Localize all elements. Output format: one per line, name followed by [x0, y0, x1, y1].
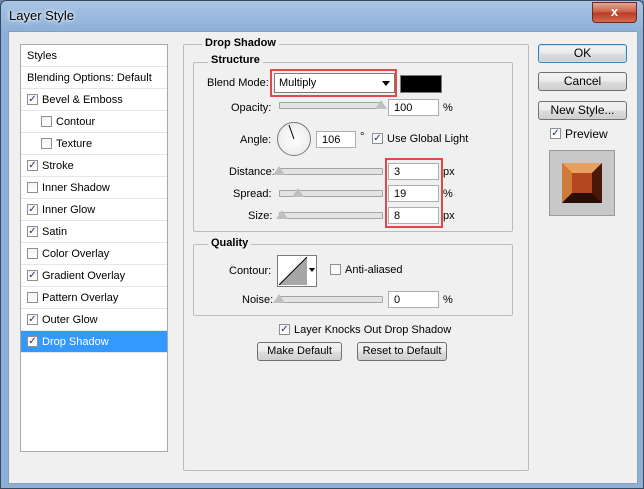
structure-title: Structure	[208, 54, 263, 66]
spread-unit: %	[443, 188, 453, 200]
style-list-item[interactable]: ✓ Stroke	[21, 155, 167, 177]
anti-aliased-checkbox[interactable]	[330, 264, 341, 275]
style-list-item[interactable]: ✓ Inner Glow	[21, 199, 167, 221]
spread-slider-thumb[interactable]	[292, 188, 305, 197]
contour-preview-icon	[279, 257, 307, 285]
style-list-label: Color Overlay	[42, 248, 110, 260]
contour-label: Contour:	[229, 265, 272, 277]
angle-unit: °	[360, 131, 365, 143]
style-list-item[interactable]: Styles	[21, 45, 167, 67]
style-checkbox[interactable]	[27, 292, 38, 303]
close-button[interactable]: x	[592, 2, 637, 23]
style-checkbox[interactable]: ✓	[27, 94, 38, 105]
structure-values-highlight	[385, 158, 443, 228]
chevron-down-icon	[309, 268, 315, 272]
spread-label: Spread:	[233, 188, 272, 200]
style-preview-thumbnail	[549, 150, 615, 216]
size-unit: px	[443, 210, 455, 222]
style-list-label: Drop Shadow	[42, 336, 109, 348]
reset-to-default-button[interactable]: Reset to Default	[357, 342, 447, 361]
style-list-item[interactable]: Blending Options: Default	[21, 67, 167, 89]
style-list-item[interactable]: ✓ Bevel & Emboss	[21, 89, 167, 111]
window-title: Layer Style	[9, 8, 75, 23]
style-list-item[interactable]: Color Overlay	[21, 243, 167, 265]
style-list-item[interactable]: Inner Shadow	[21, 177, 167, 199]
style-list-label: Texture	[56, 138, 93, 150]
style-list-item[interactable]: ✓ Outer Glow	[21, 309, 167, 331]
noise-input[interactable]: 0	[388, 291, 439, 308]
style-checkbox[interactable]	[41, 116, 52, 127]
style-checkbox[interactable]: ✓	[27, 226, 38, 237]
shadow-color-swatch[interactable]	[400, 75, 442, 93]
size-slider-thumb[interactable]	[276, 210, 289, 219]
style-list-label: Outer Glow	[42, 314, 98, 326]
style-list-item[interactable]: ✓ Drop Shadow	[21, 331, 167, 353]
cancel-button[interactable]: Cancel	[538, 72, 627, 91]
opacity-label: Opacity:	[231, 102, 272, 114]
style-checkbox[interactable]: ✓	[27, 314, 38, 325]
angle-input[interactable]: 106	[316, 131, 356, 148]
new-style-button[interactable]: New Style...	[538, 101, 627, 120]
style-checkbox[interactable]	[27, 248, 38, 259]
use-global-light-label: Use Global Light	[387, 133, 469, 145]
style-list-label: Styles	[27, 50, 57, 62]
knocks-out-checkbox[interactable]: ✓	[279, 324, 290, 335]
preview-checkbox[interactable]: ✓	[550, 128, 561, 139]
drop-shadow-title: Drop Shadow	[202, 37, 279, 49]
style-checkbox[interactable]: ✓	[27, 160, 38, 171]
style-list-label: Bevel & Emboss	[42, 94, 123, 106]
styles-list: Styles Blending Options: Default ✓ Bevel & …	[20, 44, 168, 452]
style-list-label: Contour	[56, 116, 96, 128]
preview-swatch-icon	[562, 163, 602, 203]
style-list-item[interactable]: Texture	[21, 133, 167, 155]
opacity-slider[interactable]	[279, 102, 383, 109]
distance-label: Distance:	[229, 166, 275, 178]
use-global-light-checkbox[interactable]: ✓	[372, 133, 383, 144]
noise-slider-thumb[interactable]	[273, 294, 285, 303]
style-checkbox[interactable]: ✓	[27, 336, 38, 347]
style-list-label: Gradient Overlay	[42, 270, 126, 282]
style-checkbox[interactable]: ✓	[27, 270, 38, 281]
style-list-label: Stroke	[42, 160, 74, 172]
style-list-item[interactable]: Contour	[21, 111, 167, 133]
distance-slider-thumb[interactable]	[273, 166, 285, 175]
ok-button[interactable]: OK	[538, 44, 627, 63]
style-list-label: Blending Options: Default	[27, 72, 152, 84]
style-list-item[interactable]: Pattern Overlay	[21, 287, 167, 309]
make-default-button[interactable]: Make Default	[257, 342, 342, 361]
distance-slider[interactable]	[279, 168, 383, 175]
style-list-label: Satin	[42, 226, 68, 238]
knocks-out-label: Layer Knocks Out Drop Shadow	[294, 324, 452, 336]
style-checkbox[interactable]	[27, 182, 38, 193]
style-list-item[interactable]: ✓ Satin	[21, 221, 167, 243]
layer-style-dialog: Layer Style x Styles Blending Options: De…	[0, 0, 644, 489]
anti-aliased-label: Anti-aliased	[345, 264, 403, 276]
angle-dial[interactable]	[277, 122, 311, 156]
opacity-slider-thumb[interactable]	[375, 100, 387, 109]
quality-title: Quality	[208, 237, 252, 249]
dialog-client-area: Styles Blending Options: Default ✓ Bevel & …	[8, 31, 638, 484]
style-list-label: Pattern Overlay	[42, 292, 119, 304]
size-slider[interactable]	[279, 212, 383, 219]
blend-mode-label: Blend Mode:	[207, 77, 269, 89]
distance-unit: px	[443, 166, 455, 178]
quality-group	[193, 244, 513, 316]
style-list-label: Inner Glow	[42, 204, 96, 216]
preview-label: Preview	[565, 127, 608, 141]
noise-unit: %	[443, 294, 453, 306]
noise-label: Noise:	[242, 294, 274, 306]
size-label: Size:	[248, 210, 273, 222]
blend-mode-highlight	[270, 69, 397, 97]
close-icon: x	[610, 4, 619, 19]
angle-label: Angle:	[240, 134, 272, 146]
opacity-input[interactable]: 100	[388, 99, 439, 116]
opacity-unit: %	[443, 102, 453, 114]
contour-picker[interactable]	[277, 255, 317, 287]
style-checkbox[interactable]	[41, 138, 52, 149]
style-list-item[interactable]: ✓ Gradient Overlay	[21, 265, 167, 287]
style-checkbox[interactable]: ✓	[27, 204, 38, 215]
style-list-label: Inner Shadow	[42, 182, 110, 194]
noise-slider[interactable]	[279, 296, 383, 303]
